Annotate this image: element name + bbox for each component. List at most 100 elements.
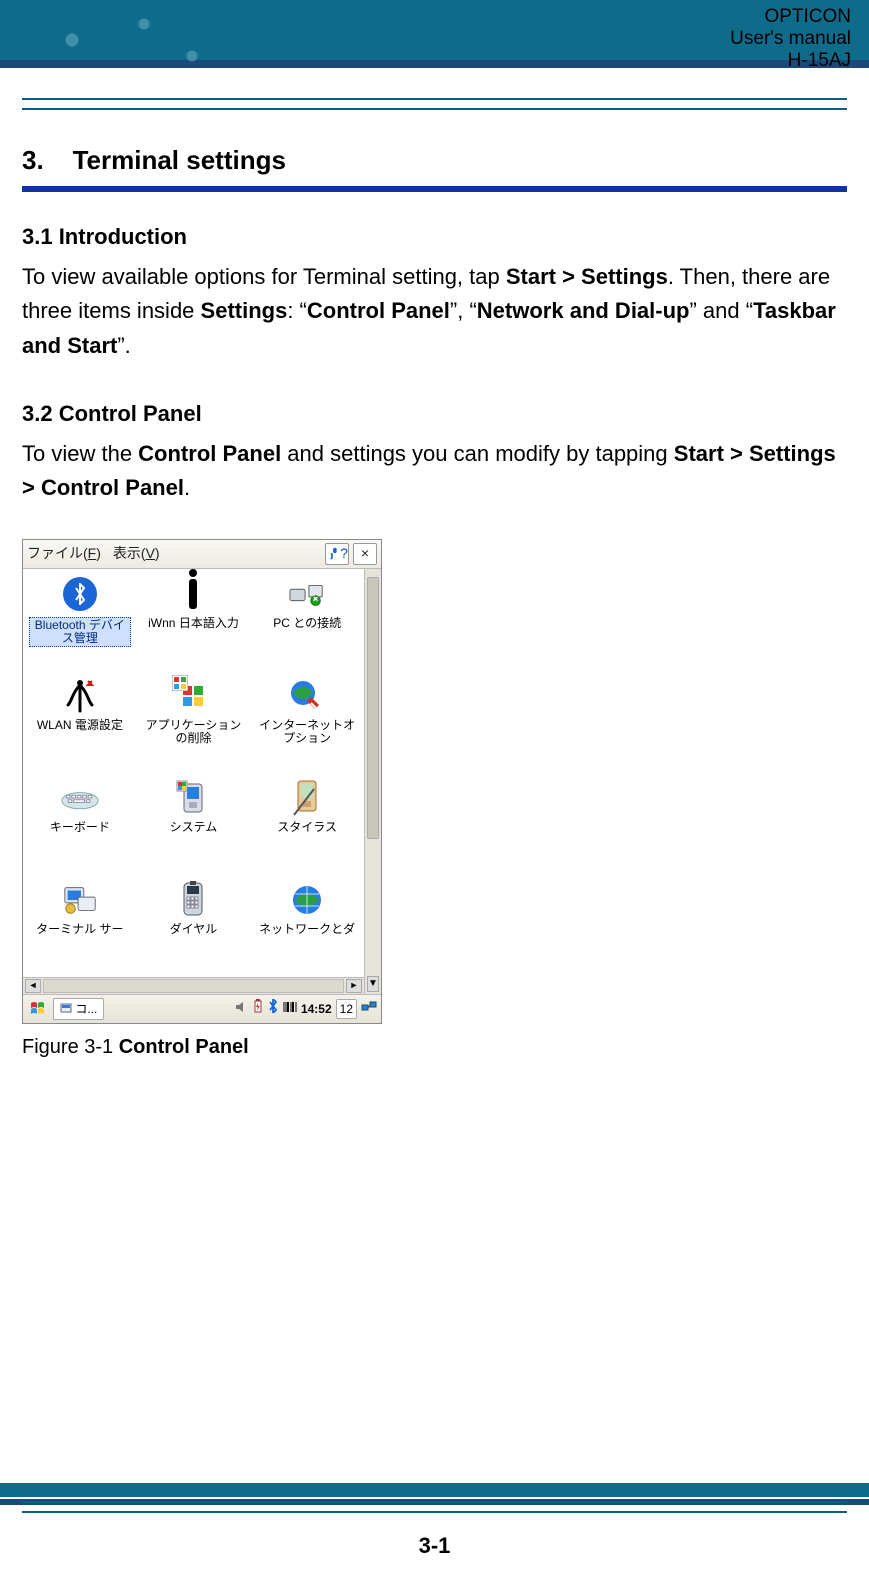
wlan-power-icon [61, 677, 99, 715]
header-circuit-decor [0, 0, 240, 80]
windows-flag-icon [29, 1000, 47, 1018]
bold-run: Network and Dial-up [477, 298, 690, 323]
menu-view-accel: V [146, 545, 155, 561]
cp-label: アプリケーションの削除 [145, 719, 241, 745]
cp-label: WLAN 電源設定 [37, 719, 123, 732]
tray-bluetooth-icon[interactable] [267, 999, 279, 1019]
screenshot-body: Bluetooth デバイス管理 iWnn 日本語入力 PC との接続 [23, 569, 381, 994]
header-line-1: OPTICON [730, 6, 851, 28]
cp-icon-internet-options[interactable]: インターネットオプション [250, 671, 364, 773]
help-button[interactable]: ? [325, 543, 349, 565]
vertical-scrollbar[interactable]: ▼ [364, 569, 381, 994]
cp-label: ダイヤル [170, 923, 218, 936]
page-content: 3. Terminal settings 3.1 Introduction To… [22, 140, 847, 1063]
menu-file-prefix: ファイル( [27, 545, 88, 561]
figure-title: Control Panel [119, 1036, 249, 1058]
cp-icon-network-dialup[interactable]: ネットワークとダ [250, 875, 364, 977]
subsection-3-2-paragraph: To view the Control Panel and settings y… [22, 437, 847, 505]
cp-label: iWnn 日本語入力 [148, 617, 239, 630]
menu-view[interactable]: 表示(V) [113, 543, 160, 565]
bluetooth-icon [61, 575, 99, 613]
hscroll-right-arrow-icon[interactable]: ► [346, 979, 362, 993]
header-rule [22, 98, 847, 110]
tray-volume-icon[interactable] [235, 1000, 249, 1019]
cp-icon-dial[interactable]: ダイヤル [137, 875, 251, 977]
header-line-2: User's manual [730, 28, 851, 50]
cp-icon-pc-connection[interactable]: PC との接続 [250, 569, 364, 671]
cp-label: PC との接続 [273, 617, 341, 630]
start-button[interactable] [27, 999, 49, 1019]
control-panel-taskbar-icon [60, 1003, 72, 1015]
cp-icon-bluetooth[interactable]: Bluetooth デバイス管理 [23, 569, 137, 671]
hscroll-left-arrow-icon[interactable]: ◄ [25, 979, 41, 993]
close-icon: × [361, 543, 369, 565]
text-run: ”, “ [450, 298, 477, 323]
pc-connection-icon [288, 575, 326, 613]
header-text-block: OPTICON User's manual H-15AJ [730, 6, 851, 72]
tray-battery-icon[interactable] [253, 999, 263, 1019]
section-number: 3. [22, 145, 44, 175]
menu-view-suffix: ) [155, 545, 160, 561]
figure-caption: Figure 3-1 Control Panel [22, 1032, 847, 1063]
figure-label: Figure 3-1 [22, 1036, 119, 1058]
cp-label: システム [170, 821, 218, 834]
network-dialup-icon [288, 881, 326, 919]
bold-run: Settings [201, 298, 288, 323]
close-button[interactable]: × [353, 543, 377, 565]
tray-network-icon[interactable] [361, 1000, 377, 1019]
taskbar-app-button[interactable]: コ... [53, 998, 104, 1021]
section-underline [22, 186, 847, 192]
menubar: ファイル(F) 表示(V) ? × [23, 540, 381, 569]
cp-icon-iwnn[interactable]: iWnn 日本語入力 [137, 569, 251, 671]
page-number: 3-1 [0, 1533, 869, 1559]
keyboard-icon [61, 779, 99, 817]
subsection-3-2-heading: 3.2 Control Panel [22, 397, 847, 431]
text-run: and settings you can modify by tapping [281, 441, 674, 466]
cp-label: ネットワークとダ [259, 923, 355, 936]
horizontal-scrollbar[interactable]: ◄ ► [23, 977, 364, 994]
cp-icon-stylus[interactable]: スタイラス [250, 773, 364, 875]
section-title: Terminal settings [73, 145, 286, 175]
cp-icon-keyboard[interactable]: キーボード [23, 773, 137, 875]
footer-rule [22, 1501, 847, 1513]
header-line-3: H-15AJ [730, 50, 851, 72]
embedded-screenshot: ファイル(F) 表示(V) ? × [22, 539, 382, 1024]
bold-run: Control Panel [138, 441, 281, 466]
text-run: ”. [117, 333, 130, 358]
text-run: ” and “ [689, 298, 753, 323]
info-icon [174, 575, 212, 613]
cp-icon-system[interactable]: システム [137, 773, 251, 875]
vscroll-down-arrow-icon[interactable]: ▼ [367, 976, 379, 992]
bold-run: Start > Settings [506, 264, 668, 289]
tray-sip-indicator[interactable]: 12 [336, 999, 357, 1020]
cp-icon-wlan-power[interactable]: WLAN 電源設定 [23, 671, 137, 773]
hscroll-track[interactable] [43, 979, 344, 993]
tray-clock[interactable]: 14:52 [301, 1000, 332, 1019]
text-run: To view the [22, 441, 138, 466]
system-icon [174, 779, 212, 817]
cp-icon-app-remove[interactable]: アプリケーションの削除 [137, 671, 251, 773]
subsection-3-1-paragraph: To view available options for Terminal s… [22, 260, 847, 362]
cp-label: Bluetooth デバイス管理 [29, 617, 131, 647]
help-question-mark: ? [340, 543, 348, 565]
system-tray: 14:52 12 [235, 999, 381, 1020]
stylus-icon [288, 779, 326, 817]
icon-area: Bluetooth デバイス管理 iWnn 日本語入力 PC との接続 [23, 569, 364, 994]
vscroll-thumb[interactable] [367, 577, 379, 839]
cp-icon-terminal-server[interactable]: ターミナル サー [23, 875, 137, 977]
internet-options-icon [288, 677, 326, 715]
menu-view-prefix: 表示( [113, 545, 146, 561]
menu-file[interactable]: ファイル(F) [27, 543, 101, 565]
cp-label: キーボード [50, 821, 110, 834]
cp-label: インターネットオプション [259, 719, 355, 745]
dial-icon [174, 881, 212, 919]
tray-barcode-icon[interactable] [283, 1000, 297, 1019]
text-run: To view available options for Terminal s… [22, 264, 506, 289]
control-panel-grid: Bluetooth デバイス管理 iWnn 日本語入力 PC との接続 [23, 569, 364, 977]
footer-band [0, 1483, 869, 1497]
taskbar: コ... 14:52 12 [23, 994, 381, 1023]
menu-file-accel: F [88, 545, 97, 561]
bold-run: Control Panel [307, 298, 450, 323]
menu-file-suffix: ) [96, 545, 101, 561]
help-icon [326, 546, 340, 562]
